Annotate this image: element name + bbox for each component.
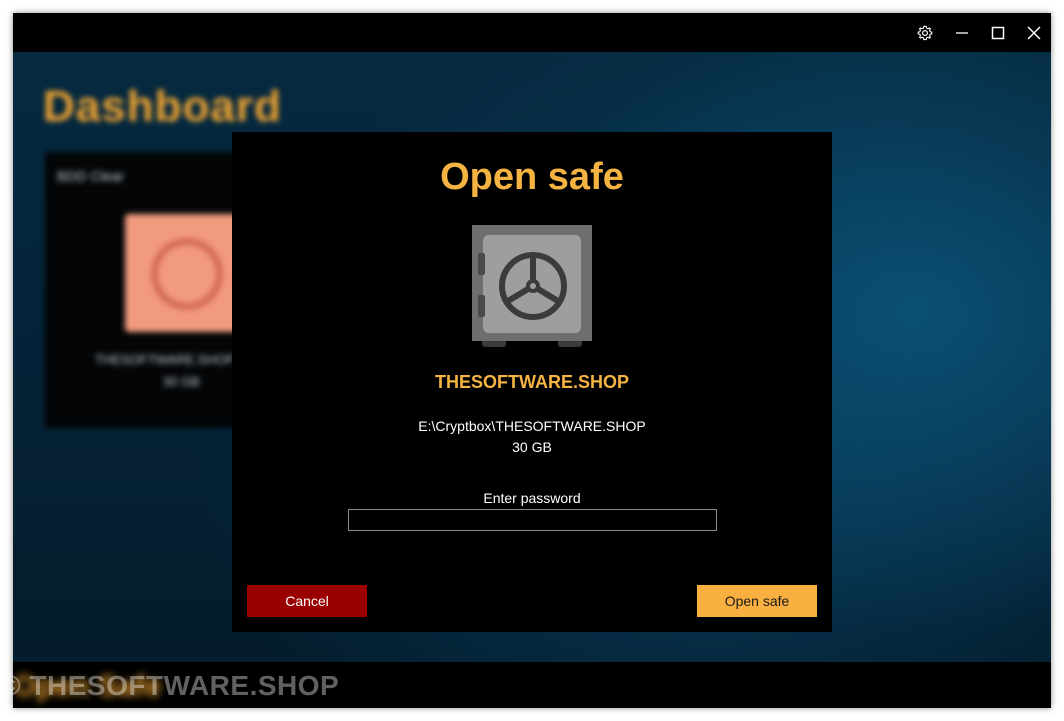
maximize-icon	[991, 26, 1005, 40]
dashboard-title: Dashboard	[43, 82, 282, 131]
password-label: Enter password	[483, 490, 581, 506]
app-window: Dashboard BDD Clear THESOFTWARE.SHOP 30 …	[13, 13, 1051, 708]
cancel-button[interactable]: Cancel	[247, 585, 367, 617]
safe-card-icon	[125, 214, 245, 332]
close-button[interactable]	[1016, 13, 1051, 52]
safe-icon	[472, 225, 592, 347]
close-icon	[1027, 25, 1041, 40]
minimize-icon	[955, 26, 969, 40]
open-safe-button[interactable]: Open safe	[697, 585, 817, 617]
safe-path: E:\Cryptbox\THESOFTWARE.SHOP	[418, 418, 646, 434]
safe-card-label: BDD Clear	[57, 168, 124, 184]
maximize-button[interactable]	[980, 13, 1016, 52]
watermark: © THESOFTWARE.SHOP	[0, 670, 340, 701]
minimize-button[interactable]	[944, 13, 980, 52]
open-safe-dialog: Open safe THESOFTWARE.SHOP E:\Cryptbox\T…	[232, 132, 832, 632]
settings-icon	[917, 25, 933, 41]
password-input[interactable]	[348, 509, 717, 531]
settings-button[interactable]	[907, 13, 943, 52]
safe-name: THESOFTWARE.SHOP	[434, 372, 629, 392]
safe-card[interactable]: BDD Clear THESOFTWARE.SHOP 30 GB	[45, 152, 255, 428]
safe-card-name: THESOFTWARE.SHOP	[95, 352, 235, 367]
safe-card-size: 30 GB	[163, 374, 200, 389]
safe-size: 30 GB	[512, 439, 552, 455]
dialog-title: Open safe	[440, 156, 624, 198]
title-bar	[13, 13, 1051, 52]
